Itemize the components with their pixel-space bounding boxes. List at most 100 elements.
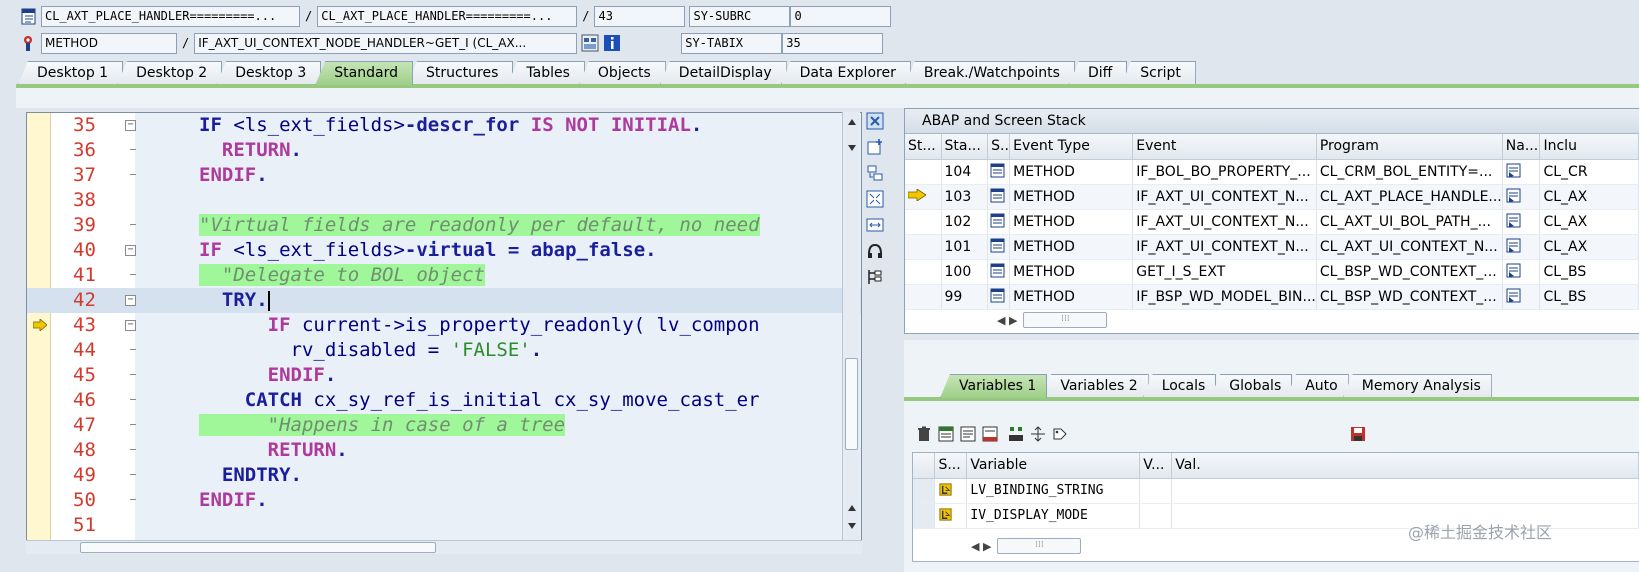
new-tool-icon[interactable]	[866, 138, 884, 156]
include-field[interactable]: CL_AXT_PLACE_HANDLER=========...	[317, 5, 578, 27]
stack-include-cell[interactable]: CL_AX	[1539, 209, 1639, 235]
scroll-right-icon[interactable]: ▶	[1009, 314, 1017, 327]
stack-column-header[interactable]: Sta...	[941, 134, 989, 160]
variables-hscroll[interactable]: ◀ ▶ ⁞⁞⁞	[971, 537, 1082, 555]
code-line[interactable]: 39 "Virtual fields are readonly per defau…	[27, 213, 861, 238]
tab-data-explorer[interactable]: Data Explorer	[780, 61, 911, 85]
stack-column-header[interactable]: S..	[987, 134, 1011, 160]
scroll-up-icon[interactable]	[847, 504, 857, 512]
code-line[interactable]: 49 ENDTRY.	[27, 463, 861, 488]
stack-column-header[interactable]: Na...	[1502, 134, 1541, 160]
row-selector[interactable]	[913, 503, 936, 529]
stack-include-cell[interactable]: CL_CR	[1539, 159, 1639, 185]
stack-program-cell[interactable]: CL_BSP_WD_CONTEXT_...	[1316, 259, 1503, 285]
sysvar-value-field-2[interactable]: 35	[782, 32, 884, 54]
code-line[interactable]: 36 RETURN.	[27, 138, 861, 163]
code-line[interactable]: 40 − IF <ls_ext_fields>-virtual = abap_fal…	[27, 238, 861, 263]
tab-tables[interactable]: Tables	[507, 61, 585, 85]
tab-diff[interactable]: Diff	[1068, 61, 1128, 85]
code-line[interactable]: 41 "Delegate to BOL object	[27, 263, 861, 288]
stack-event-cell[interactable]: IF_BOL_BO_PROPERTY_...	[1132, 159, 1317, 185]
variables-tab-variables-2[interactable]: Variables 2	[1041, 374, 1149, 398]
tab-script[interactable]: Script	[1121, 61, 1196, 85]
stack-row[interactable]: 103 METHOD IF_AXT_UI_CONTEXT_N... CL_AXT_PL…	[905, 184, 1639, 210]
stack-row[interactable]: 104 METHOD IF_BOL_BO_PROPERTY_... CL_CRM_BO…	[905, 159, 1639, 185]
stack-nav-cell[interactable]	[1502, 234, 1541, 260]
tab-desktop-2[interactable]: Desktop 2	[117, 61, 223, 85]
stack-include-cell[interactable]: CL_BS	[1539, 259, 1639, 285]
stack-nav-cell[interactable]	[1502, 184, 1541, 210]
code-line[interactable]: 51	[27, 513, 861, 538]
sysvar-value-field[interactable]: 0	[790, 5, 892, 27]
code-line[interactable]: 37 ENDIF.	[27, 163, 861, 188]
stack-nav-cell[interactable]	[1502, 209, 1541, 235]
stack-nav-cell[interactable]	[1502, 284, 1541, 310]
sysvar-name-field[interactable]: SY-SUBRC	[689, 5, 791, 27]
tab-standard[interactable]: Standard	[315, 61, 413, 85]
stack-hscroll-thumb[interactable]: ⁞⁞⁞	[1023, 312, 1108, 328]
tab-desktop-1[interactable]: Desktop 1	[18, 61, 124, 85]
variable-name-cell[interactable]: LV_BINDING_STRING	[966, 478, 1141, 504]
tab-desktop-3[interactable]: Desktop 3	[216, 61, 322, 85]
event-type-field[interactable]: METHOD	[41, 32, 177, 54]
editor-hscroll-thumb[interactable]	[80, 542, 436, 553]
stack-event-cell[interactable]: IF_BSP_WD_MODEL_BIN...	[1132, 284, 1317, 310]
stack-hscroll[interactable]: ◀ ▶ ⁞⁞⁞	[997, 311, 1108, 329]
variables-tab-memory-analysis[interactable]: Memory Analysis	[1342, 374, 1492, 398]
structure-icon[interactable]	[1008, 426, 1024, 442]
line-number-field[interactable]: 43	[594, 5, 686, 27]
navigate-icon[interactable]	[1030, 426, 1046, 442]
fold-toggle-icon[interactable]: −	[125, 295, 136, 306]
replace-tool-icon[interactable]	[866, 164, 884, 182]
event-name-field[interactable]: IF_AXT_UI_CONTEXT_NODE_HANDLER~GET_I (CL…	[194, 32, 578, 54]
tag-icon[interactable]	[1052, 426, 1068, 442]
tab-detaildisplay[interactable]: DetailDisplay	[659, 61, 787, 85]
code-line[interactable]: 46 CATCH cx_sy_ref_is_initial cx_sy_move…	[27, 388, 861, 413]
variables-tab-variables-1[interactable]: Variables 1	[940, 374, 1048, 398]
scroll-right-icon[interactable]: ▶	[983, 540, 991, 553]
variables-column-header[interactable]: V...	[1139, 453, 1173, 479]
stack-program-cell[interactable]: CL_AXT_UI_CONTEXT_N...	[1316, 234, 1503, 260]
code-line[interactable]: 42 − TRY.	[27, 288, 861, 313]
stack-row[interactable]: 102 METHOD IF_AXT_UI_CONTEXT_N... CL_AXT_UI…	[905, 209, 1639, 235]
stack-event-cell[interactable]: IF_AXT_UI_CONTEXT_N...	[1132, 209, 1317, 235]
source-code-editor[interactable]: 35− IF <ls_ext_fields>-descr_for IS NOT I…	[26, 112, 862, 542]
variables-tab-locals[interactable]: Locals	[1142, 374, 1217, 398]
variables-tab-auto[interactable]: Auto	[1286, 374, 1349, 398]
stack-column-header[interactable]: Event Type	[1009, 134, 1134, 160]
close-pane-icon[interactable]	[866, 112, 884, 130]
info-icon[interactable]	[603, 34, 621, 52]
scroll-left-icon[interactable]: ◀	[997, 314, 1005, 327]
stack-column-header[interactable]: Event	[1132, 134, 1317, 160]
stack-event-cell[interactable]: IF_AXT_UI_CONTEXT_N...	[1132, 234, 1317, 260]
row-selector[interactable]	[913, 478, 936, 504]
scroll-left-icon[interactable]: ◀	[971, 540, 979, 553]
stack-program-cell[interactable]: CL_CRM_BOL_ENTITY=...	[1316, 159, 1503, 185]
details-icon[interactable]	[960, 426, 976, 442]
scroll-up-icon[interactable]	[847, 118, 857, 126]
code-line[interactable]: 50 ENDIF.	[27, 488, 861, 513]
stack-include-cell[interactable]: CL_AX	[1539, 184, 1639, 210]
variables-column-header[interactable]: Variable	[966, 453, 1141, 479]
stack-include-cell[interactable]: CL_BS	[1539, 284, 1639, 310]
tab-objects[interactable]: Objects	[578, 61, 666, 85]
code-line[interactable]: 44 rv_disabled = 'FALSE'.	[27, 338, 861, 363]
fold-toggle-icon[interactable]: −	[125, 120, 136, 131]
tab-break-watchpoints[interactable]: Break./Watchpoints	[904, 61, 1075, 85]
navigate-source-icon[interactable]	[1506, 213, 1521, 228]
tab-structures[interactable]: Structures	[406, 61, 514, 85]
variable-row[interactable]: LV_BINDING_STRING	[913, 478, 1639, 504]
maximize-icon[interactable]	[866, 190, 884, 208]
editor-vertical-scrollbar[interactable]	[842, 112, 860, 542]
stack-column-header[interactable]: St...	[905, 134, 942, 160]
settings-tool-icon[interactable]	[866, 268, 884, 286]
editor-scroll-thumb[interactable]	[845, 358, 858, 450]
code-line[interactable]: 35 − IF <ls_ext_fields>-descr_for IS NOT I…	[27, 113, 861, 138]
stack-program-cell[interactable]: CL_AXT_UI_BOL_PATH_...	[1316, 209, 1503, 235]
code-line[interactable]: 48 RETURN.	[27, 438, 861, 463]
variables-tab-globals[interactable]: Globals	[1210, 374, 1293, 398]
delete-icon[interactable]	[916, 426, 932, 442]
insert-row-icon[interactable]	[938, 426, 954, 442]
stack-column-header[interactable]: Program	[1316, 134, 1503, 160]
variables-hscroll-thumb[interactable]: ⁞⁞⁞	[997, 538, 1082, 554]
